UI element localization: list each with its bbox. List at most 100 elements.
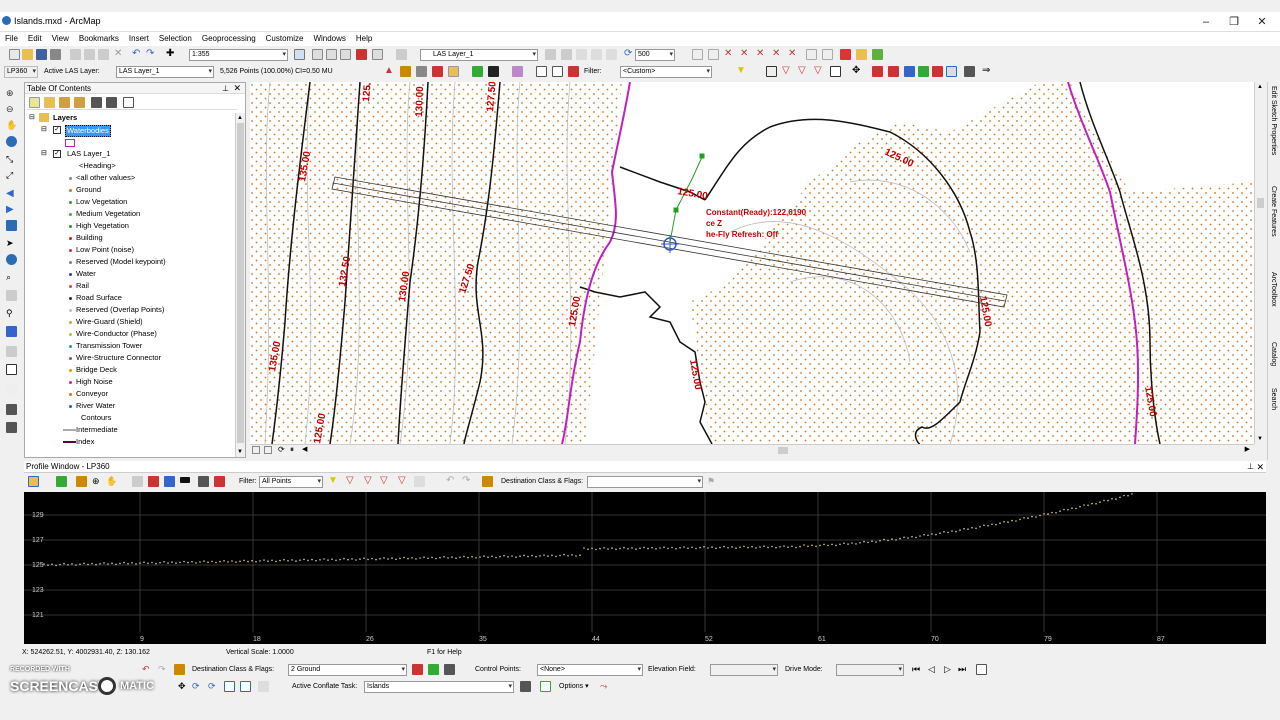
forward-icon[interactable]: ▶ [6,204,17,215]
triangle-tool-icon[interactable]: ▲ [384,66,395,77]
filter-funnel-icon[interactable]: ▼ [736,66,747,77]
elevation-icon[interactable] [472,66,483,77]
profile-tool-6-icon[interactable]: ✕ [772,49,783,60]
copy-icon[interactable] [84,49,95,60]
map-hscrollbar[interactable]: ⟳ ⏸ ◀ ▶ [250,444,1254,456]
profile-tool-b-icon[interactable] [76,476,87,487]
class-item[interactable]: High Vegetation [76,221,129,233]
panel-catalog[interactable]: Catalog [1270,342,1277,366]
select-features-icon[interactable] [6,220,17,231]
class-item[interactable]: Reserved (Overlap Points) [76,305,164,317]
paint-icon[interactable] [872,66,883,77]
profile-canvas[interactable]: 129 127 125 123 121 9 18 26 35 44 52 61 70 79 87 [24,492,1266,644]
identify-icon[interactable] [6,254,17,265]
profile-tool-5-icon[interactable]: ✕ [756,49,767,60]
menu-windows[interactable]: Windows [308,32,350,45]
profile-tool-3-icon[interactable]: ✕ [724,49,735,60]
profile-tool-e-icon[interactable] [164,476,175,487]
layout-view-icon[interactable] [264,446,272,454]
menu-help[interactable]: Help [351,32,377,45]
profile-class-4-icon[interactable]: ▽ [398,476,409,487]
las-layer-label[interactable]: LAS Layer_1 [67,149,110,161]
list-by-selection-icon[interactable] [74,97,85,108]
draw-filter-1-icon[interactable]: ▽ [782,66,793,77]
bt2-refresh-icon[interactable]: ⟳ [208,681,219,692]
grid-icon[interactable] [536,66,547,77]
class-item[interactable]: Rail [76,281,89,293]
class-item[interactable]: Conveyor [76,389,108,401]
prev-icon[interactable]: ◁ [928,664,939,675]
profile-pin-icon[interactable]: ⊥ [1247,461,1254,473]
toc-options-icon[interactable] [123,97,134,108]
las-expander[interactable]: ⊟ [41,149,47,161]
waterbodies-expander[interactable]: ⊟ [41,125,47,137]
profile-tool-1-icon[interactable] [692,49,703,60]
pointer-icon[interactable]: ➤ [6,238,17,249]
pan-tool-icon[interactable]: ✋ [6,120,17,131]
menu-insert[interactable]: Insert [124,32,154,45]
menu-geoprocessing[interactable]: Geoprocessing [197,32,261,45]
create-viewer-icon[interactable] [6,364,17,375]
add-data-icon[interactable]: ✚ [166,49,177,60]
layers-expander[interactable]: ⊟ [29,113,35,125]
class-item[interactable]: River Water [76,401,115,413]
tree-icon[interactable] [918,66,929,77]
classify-icon[interactable] [872,49,883,60]
building-icon[interactable] [932,66,943,77]
close-button[interactable]: ✕ [1249,14,1275,30]
class-swatch[interactable] [69,345,72,348]
profile-tool-g-icon[interactable] [198,476,209,487]
class-swatch[interactable] [69,177,72,180]
pause-drawing-icon[interactable]: ⏸ [290,445,294,455]
class-swatch[interactable] [69,261,72,264]
waterbodies-checkbox[interactable]: ✓ [53,126,61,134]
toc-close-icon[interactable]: ✕ [233,83,241,94]
map-vscroll-thumb[interactable] [1257,198,1264,208]
class-swatch[interactable] [69,213,72,216]
display-mode-icon[interactable] [448,66,459,77]
lp360-menu[interactable]: LP360 [4,66,38,78]
profile-tool-8-icon[interactable] [806,49,817,60]
profile-tool-4-icon[interactable]: ✕ [740,49,751,60]
redo-icon[interactable]: ↷ [146,49,157,60]
class-item[interactable]: Low Point (noise) [76,245,134,257]
profile-tool-9-icon[interactable] [822,49,833,60]
bt2-tool-2-icon[interactable] [240,681,251,692]
list-by-source-icon[interactable] [44,97,55,108]
map-scroll-right-icon[interactable]: ▶ [1245,445,1250,453]
bt-tool-1-icon[interactable] [412,664,423,675]
class-swatch[interactable] [69,309,72,312]
minimize-button[interactable]: – [1193,14,1219,30]
class-swatch[interactable] [69,201,72,204]
conflate-task-combo[interactable]: Islands [364,681,514,693]
rgb-icon[interactable] [512,66,523,77]
map-scroll-up-icon[interactable]: ▲ [1257,84,1263,90]
profile-class-5-icon[interactable] [414,476,425,487]
profile-pan-icon[interactable]: ✋ [106,476,117,487]
data-view-icon[interactable] [252,446,260,454]
bt2-tool-6-icon[interactable]: ⤳ [600,681,611,692]
panel-search[interactable]: Search [1270,388,1277,410]
class-item[interactable]: Transmission Tower [76,341,142,353]
menu-bookmarks[interactable]: Bookmarks [74,32,124,45]
editor-toolbar-icon[interactable] [294,49,305,60]
bt-tool-2-icon[interactable] [428,664,439,675]
map-scale-combo[interactable]: 1:355 [189,49,288,61]
flag-icon[interactable] [568,66,579,77]
profile-class-1-icon[interactable]: ▽ [346,476,357,487]
class-item[interactable]: Ground [76,185,101,197]
list-by-drawing-order-icon[interactable] [29,97,40,108]
zoom-in-icon[interactable]: ⊕ [6,88,17,99]
profile-dest-combo[interactable] [587,476,703,488]
map-hscroll-thumb[interactable] [778,447,788,454]
class-item[interactable]: Road Surface [76,293,122,305]
las-tool-3-icon[interactable] [576,49,587,60]
waterbodies-symbol[interactable] [65,139,75,147]
zoom-out-icon[interactable]: ⊖ [6,104,17,115]
paste-icon[interactable] [98,49,109,60]
class-swatch[interactable] [69,369,72,372]
magnifier-icon[interactable] [6,422,17,433]
profile-tool-2-icon[interactable] [708,49,719,60]
class-item[interactable]: Water [76,269,96,281]
control-points-combo[interactable]: <None> [537,664,643,676]
